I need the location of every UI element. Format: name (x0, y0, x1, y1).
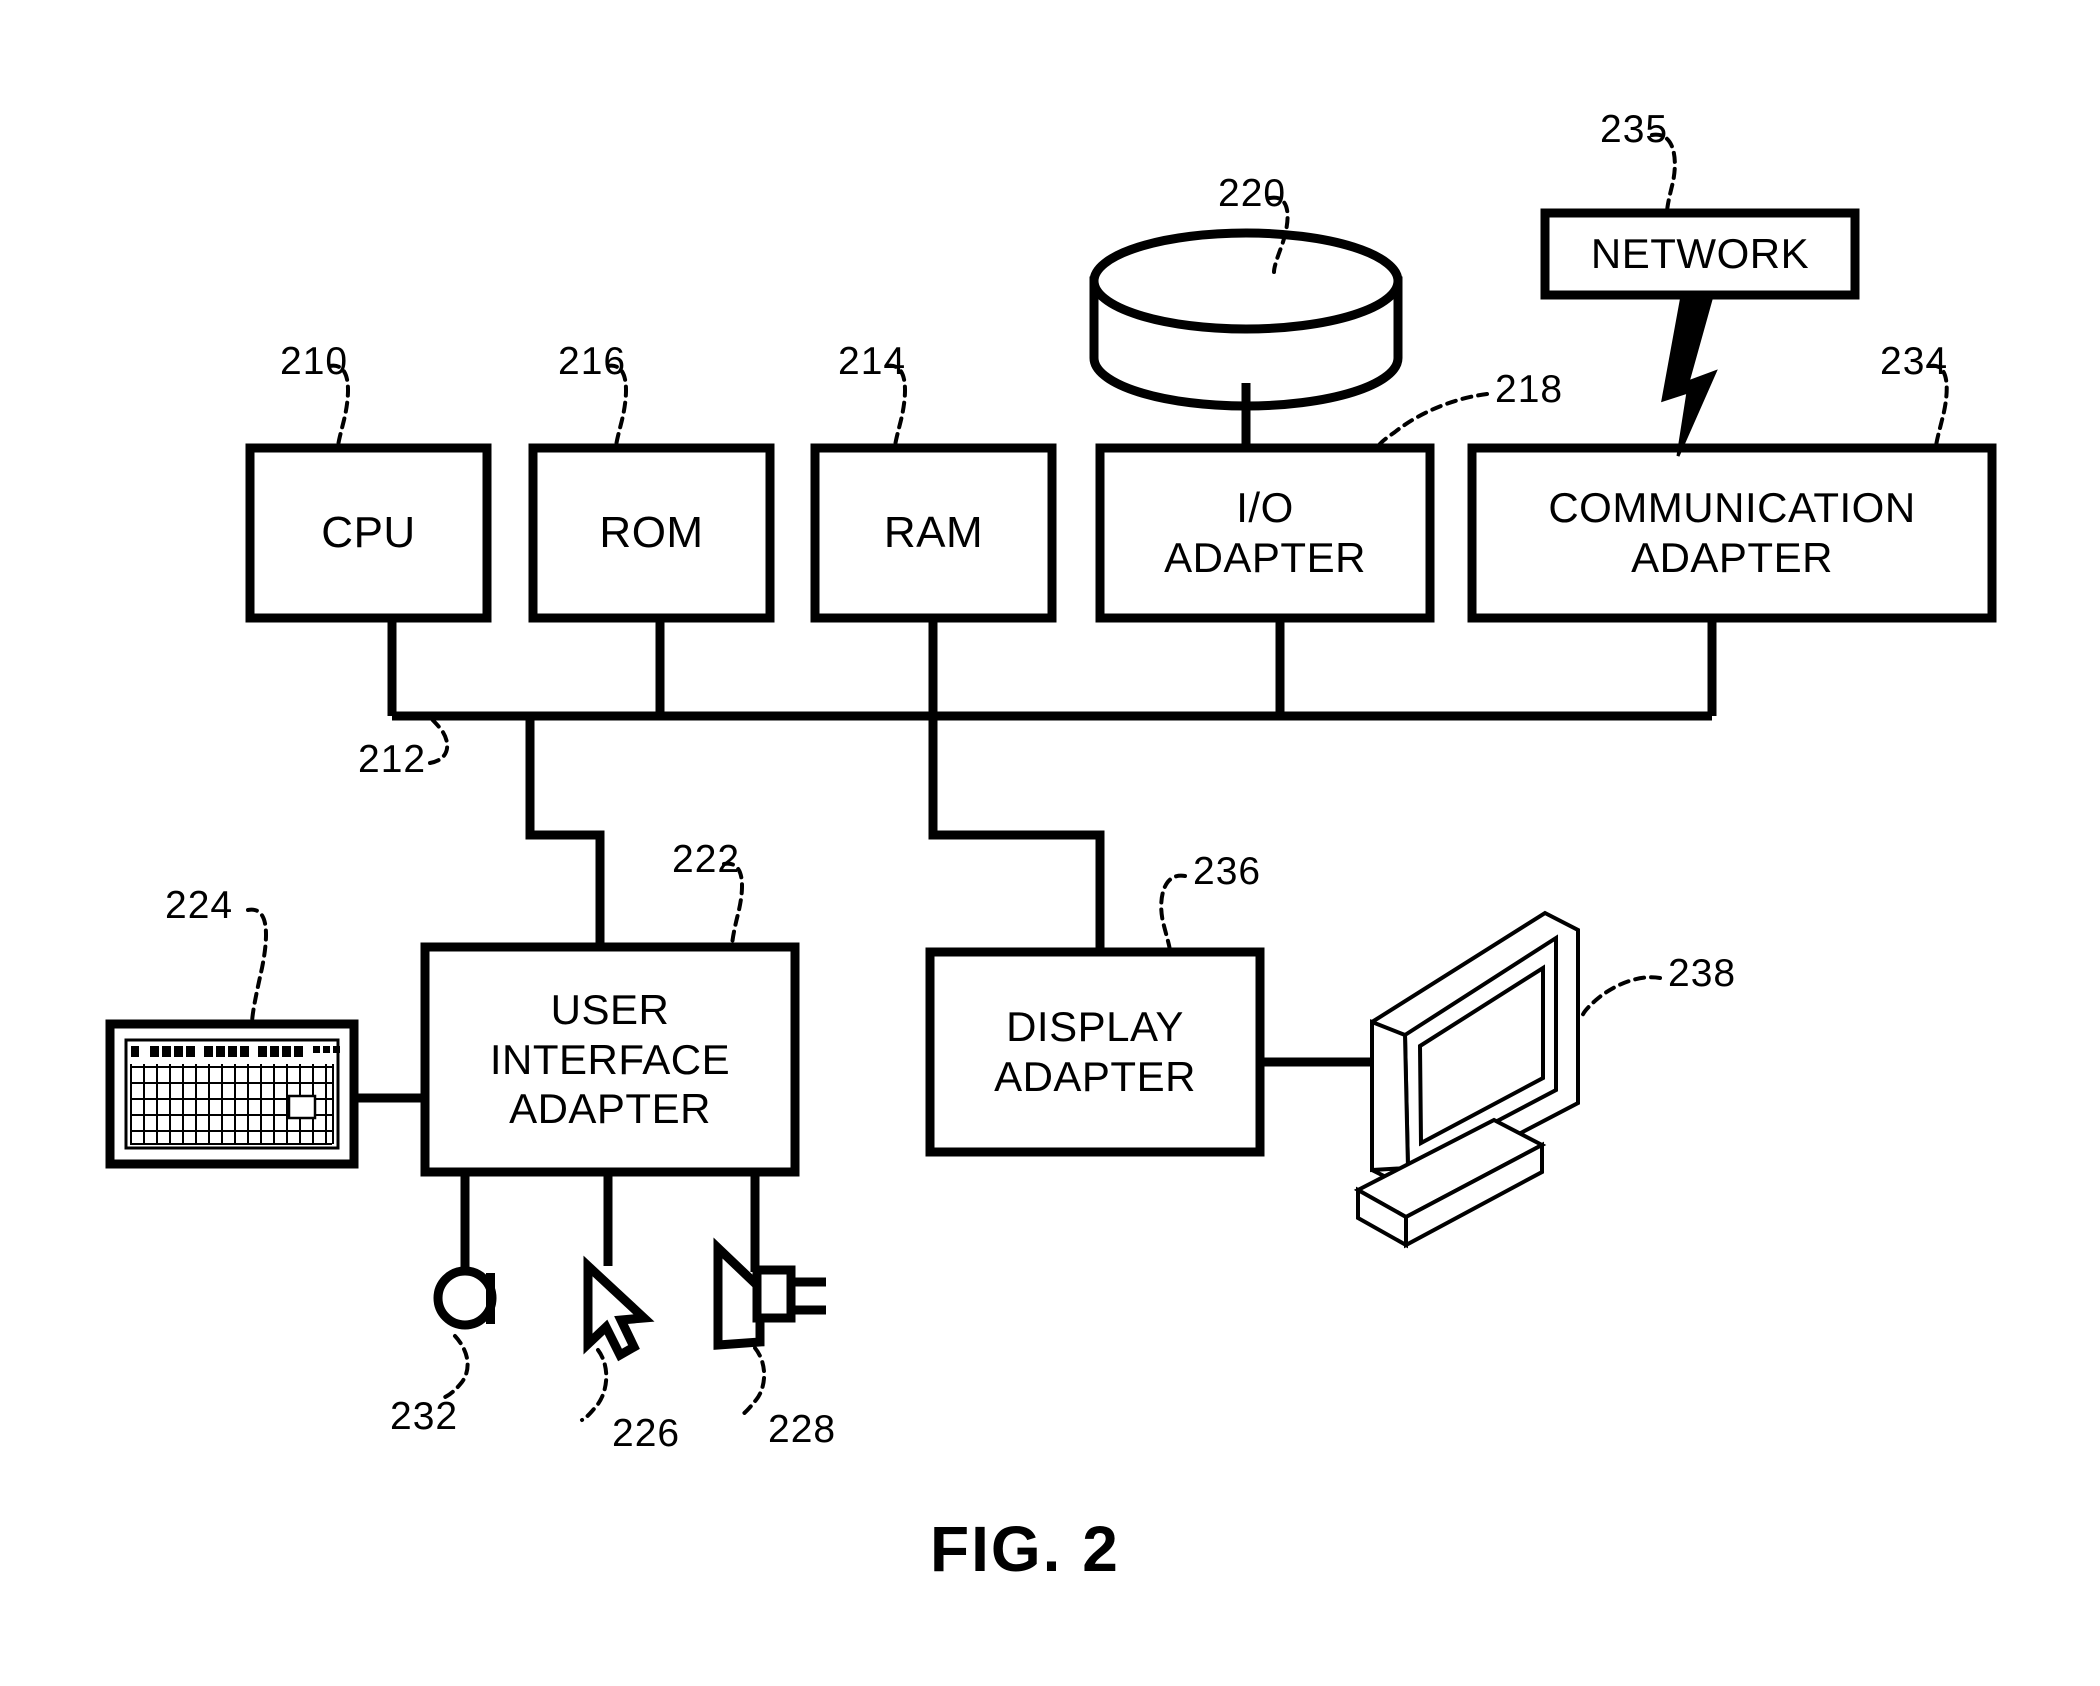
lightning-bolt-icon (1661, 294, 1718, 457)
ref-216: 216 (558, 340, 627, 383)
leader-238 (1580, 975, 1662, 1020)
leader-228 (738, 1346, 767, 1418)
ref-236: 236 (1193, 850, 1262, 893)
disk-drive-icon (1089, 228, 1403, 411)
ref-210: 210 (280, 340, 349, 383)
rom-box[interactable] (528, 443, 775, 623)
ref-232: 232 (390, 1395, 459, 1438)
leader-226 (580, 1348, 609, 1422)
ref-214: 214 (838, 340, 907, 383)
leader-232 (441, 1334, 470, 1400)
display-adapter-box[interactable] (925, 947, 1265, 1157)
communication-adapter-box[interactable] (1467, 443, 1997, 623)
ref-234: 234 (1880, 340, 1949, 383)
leader-218 (1376, 392, 1489, 450)
figure-caption: FIG. 2 (930, 1513, 1120, 1585)
bus-to-display-adapter-connector (928, 716, 1105, 952)
io-adapter-box[interactable] (1095, 443, 1435, 623)
cpu-box[interactable] (245, 443, 492, 623)
mouse-cursor-icon (583, 1255, 655, 1362)
ref-235: 235 (1600, 108, 1669, 151)
leader-236 (1159, 873, 1187, 954)
user-interface-adapter-box[interactable] (420, 942, 800, 1177)
speaker-icon (713, 1237, 826, 1350)
figure-canvas: CPU ROM RAM I/O ADAPTER COMMUNICATION AD… (0, 0, 2100, 1686)
leader-212 (428, 714, 450, 765)
network-box[interactable] (1540, 208, 1860, 300)
ref-238: 238 (1668, 952, 1737, 995)
microphone-icon (433, 1266, 497, 1330)
ref-224: 224 (165, 884, 234, 927)
ref-222: 222 (672, 838, 741, 881)
ref-212: 212 (358, 738, 427, 781)
bus-to-ui-adapter-connector (525, 716, 605, 947)
ram-box[interactable] (810, 443, 1057, 623)
diagram-graphics (105, 132, 1997, 1422)
monitor-icon (1353, 910, 1580, 1249)
ref-228: 228 (768, 1408, 837, 1451)
ref-218: 218 (1495, 368, 1564, 411)
keyboard-icon (105, 1019, 359, 1169)
leader-224 (246, 907, 268, 1026)
ref-226: 226 (612, 1412, 681, 1455)
ref-220: 220 (1218, 172, 1287, 215)
